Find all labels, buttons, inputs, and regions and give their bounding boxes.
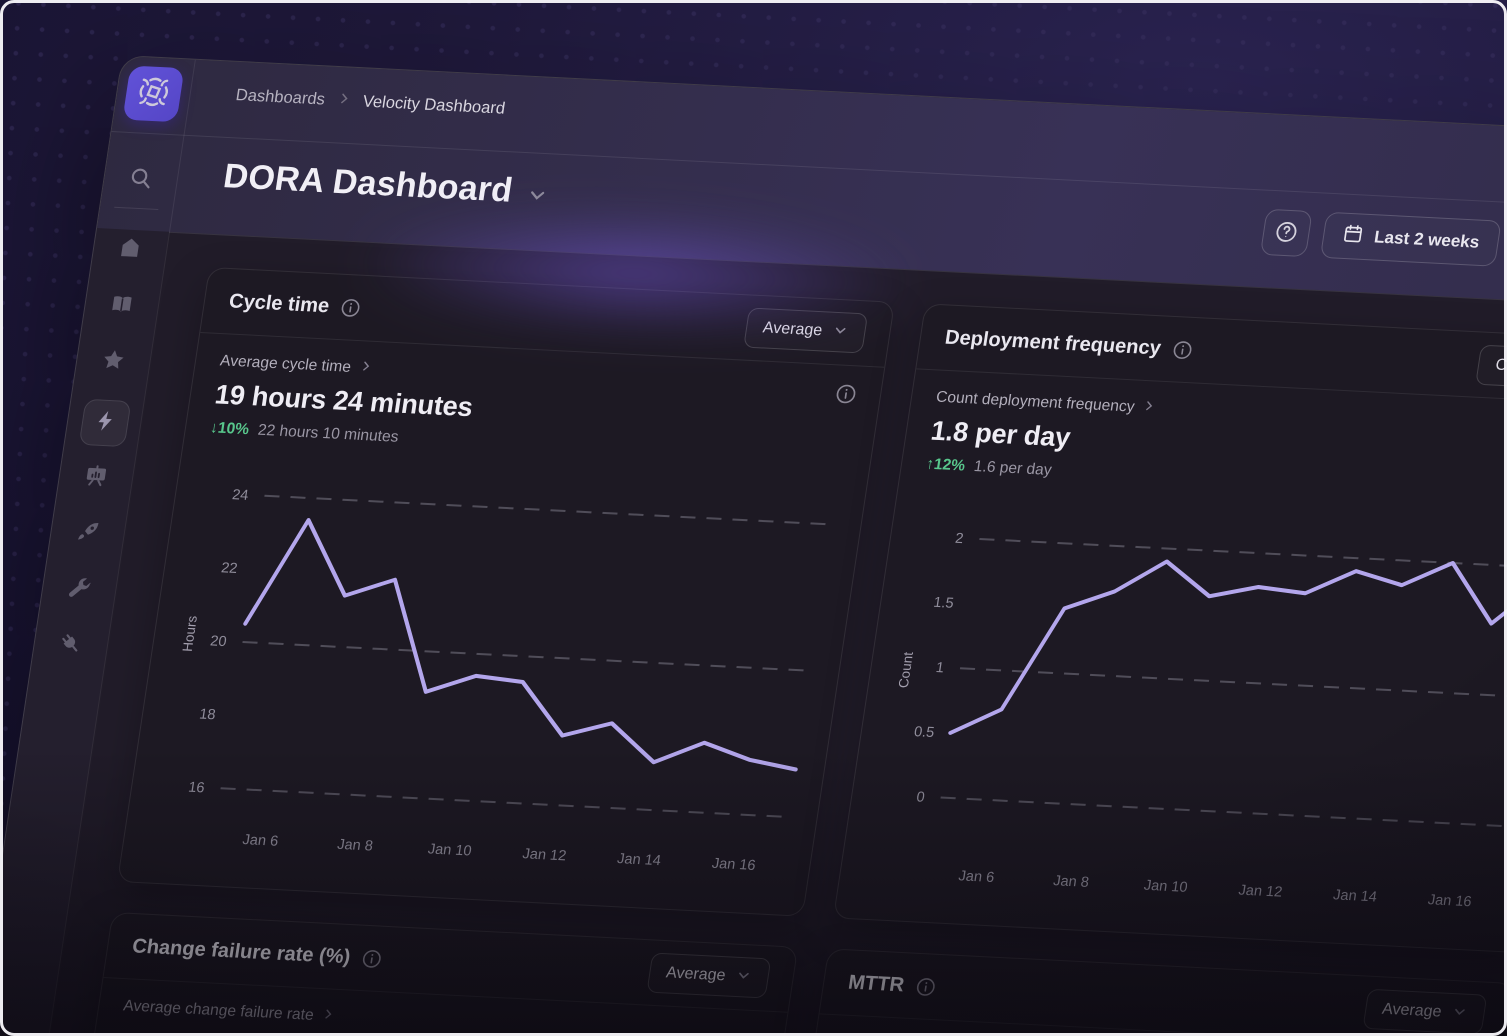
svg-text:Jan 8: Jan 8 [1052, 873, 1090, 891]
cycle-time-chart: 16 18 20 22 24 Hours Jan 6 Jan 8 Jan 10 Jan 12 Jan… [147, 449, 843, 879]
home-icon[interactable] [117, 235, 145, 260]
svg-text:Jan 6: Jan 6 [957, 868, 995, 886]
calendar-icon [1340, 223, 1365, 250]
change-failure-aggregation-dropdown[interactable]: Average [646, 952, 771, 998]
mttr-aggregation-dropdown[interactable]: Average [1362, 989, 1487, 1035]
cycle-time-title: Cycle time [227, 290, 362, 320]
delta-down-badge: ↓10% [209, 419, 250, 439]
svg-text:18: 18 [198, 707, 217, 724]
screen-background: Dashboards Velocity Dashboard DORA Dashb… [0, 0, 1507, 1036]
book-icon[interactable] [108, 291, 136, 316]
svg-text:Jan 12: Jan 12 [521, 846, 567, 864]
svg-text:1.5: 1.5 [932, 595, 955, 612]
svg-text:22: 22 [220, 560, 239, 577]
svg-text:16: 16 [187, 780, 206, 797]
svg-text:0: 0 [915, 789, 925, 805]
presentation-chart-icon[interactable] [82, 463, 110, 488]
change-failure-rate-title: Change failure rate (%) [131, 935, 383, 971]
star-icon[interactable] [100, 347, 128, 372]
svg-text:Jan 14: Jan 14 [1332, 887, 1378, 905]
chevron-down-icon [1450, 1003, 1469, 1025]
app-window: Dashboards Velocity Dashboard DORA Dashb… [0, 55, 1507, 1036]
chevron-right-icon [320, 1007, 336, 1026]
info-icon[interactable] [340, 297, 362, 317]
app-logo[interactable] [122, 66, 184, 123]
deployment-frequency-title: Deployment frequency [943, 326, 1193, 362]
chevron-right-icon [357, 359, 373, 378]
previous-value: 22 hours 10 minutes [257, 422, 400, 447]
sidebar-divider [114, 207, 158, 210]
search-icon[interactable] [127, 165, 155, 190]
deployment-frequency-card: Deployment frequency Count Count [833, 303, 1507, 953]
sidebar-item-active[interactable] [79, 399, 132, 447]
info-icon[interactable] [1171, 340, 1193, 360]
dashboard-grid: Cycle time Average Average cycle [34, 267, 1507, 1036]
cycle-time-card: Cycle time Average Average cycle [117, 267, 895, 917]
deployment-frequency-body: Count deployment frequency 1.8 per day ↑… [838, 369, 1507, 927]
deployment-frequency-chart: 0 0.5 1 1.5 2 Count Jan 6 Jan 8 Jan 10 Jan 12 Jan … [863, 486, 1507, 916]
delta-up-badge: ↑12% [925, 456, 966, 476]
svg-text:0.5: 0.5 [913, 724, 936, 741]
chevron-down-icon [734, 966, 753, 988]
cycle-aggregation-dropdown[interactable]: Average [743, 307, 868, 353]
help-button[interactable] [1260, 209, 1313, 257]
svg-text:Jan 6: Jan 6 [241, 832, 279, 850]
previous-value: 1.6 per day [973, 458, 1053, 480]
svg-text:Jan 10: Jan 10 [427, 841, 473, 859]
info-icon[interactable] [915, 976, 937, 996]
info-icon[interactable] [361, 948, 383, 968]
svg-text:Hours: Hours [180, 615, 200, 652]
svg-text:24: 24 [231, 487, 250, 504]
svg-text:20: 20 [209, 633, 228, 650]
rocket-icon[interactable] [74, 519, 102, 544]
deployment-aggregation-dropdown[interactable]: Count [1475, 345, 1507, 390]
change-failure-rate-card: Change failure rate (%) Average [34, 912, 798, 1036]
question-mark-icon [1272, 219, 1300, 247]
bolt-icon [91, 408, 119, 438]
svg-text:Jan 12: Jan 12 [1237, 883, 1283, 901]
svg-text:Jan 8: Jan 8 [336, 837, 374, 855]
mttr-title: MTTR [847, 971, 937, 998]
svg-text:Jan 16: Jan 16 [1427, 892, 1473, 910]
svg-text:2: 2 [954, 531, 964, 547]
svg-text:Jan 14: Jan 14 [616, 851, 662, 869]
mttr-card: MTTR Average [750, 948, 1507, 1036]
svg-text:Jan 10: Jan 10 [1143, 878, 1189, 896]
date-range-label: Last 2 weeks [1373, 227, 1481, 252]
wrench-icon[interactable] [66, 575, 94, 600]
port-logo-icon [132, 72, 174, 115]
chevron-right-icon [1141, 399, 1157, 418]
info-icon[interactable] [835, 383, 858, 404]
chevron-right-icon [335, 91, 352, 111]
plug-icon[interactable] [57, 631, 85, 656]
cycle-time-body: Average cycle time 19 hours 24 minutes ↓… [122, 333, 884, 891]
svg-text:Count: Count [896, 651, 916, 688]
chevron-down-icon [831, 321, 850, 343]
date-range-button[interactable]: Last 2 weeks [1320, 212, 1502, 267]
mttr-card-header: MTTR Average [819, 949, 1507, 1036]
svg-text:Jan 16: Jan 16 [711, 856, 757, 874]
svg-text:1: 1 [935, 660, 945, 676]
